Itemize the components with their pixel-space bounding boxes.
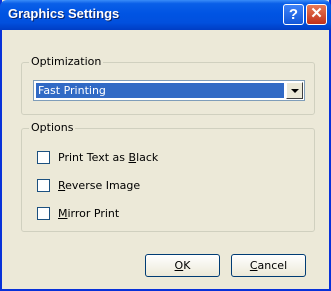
reverse-image-label[interactable]: Reverse Image	[58, 179, 140, 192]
help-icon: ?	[288, 6, 299, 23]
help-button[interactable]: ?	[283, 4, 304, 25]
options-group-label: Options	[29, 121, 76, 134]
graphics-settings-dialog: Graphics Settings ? ✕ Optimization Fast …	[0, 0, 331, 291]
window-title: Graphics Settings	[8, 6, 120, 21]
close-button[interactable]: ✕	[306, 4, 327, 25]
mirror-print-label[interactable]: Mirror Print	[58, 207, 119, 220]
ok-button[interactable]: OK	[145, 254, 220, 277]
reverse-image-checkbox[interactable]	[37, 179, 50, 192]
options-group: Options Print Text as Black Reverse Imag…	[21, 121, 315, 232]
title-bar[interactable]: Graphics Settings ? ✕	[0, 0, 331, 30]
mirror-print-checkbox[interactable]	[37, 207, 50, 220]
chevron-down-icon[interactable]	[286, 82, 303, 99]
optimization-selected-value: Fast Printing	[36, 83, 284, 98]
close-icon: ✕	[310, 5, 323, 22]
cancel-button[interactable]: Cancel	[231, 254, 306, 277]
print-text-as-black-label[interactable]: Print Text as Black	[58, 151, 158, 164]
optimization-select[interactable]: Fast Printing	[33, 80, 305, 101]
print-text-as-black-checkbox[interactable]	[37, 151, 50, 164]
optimization-group: Optimization Fast Printing	[21, 55, 315, 115]
optimization-group-label: Optimization	[29, 55, 104, 68]
